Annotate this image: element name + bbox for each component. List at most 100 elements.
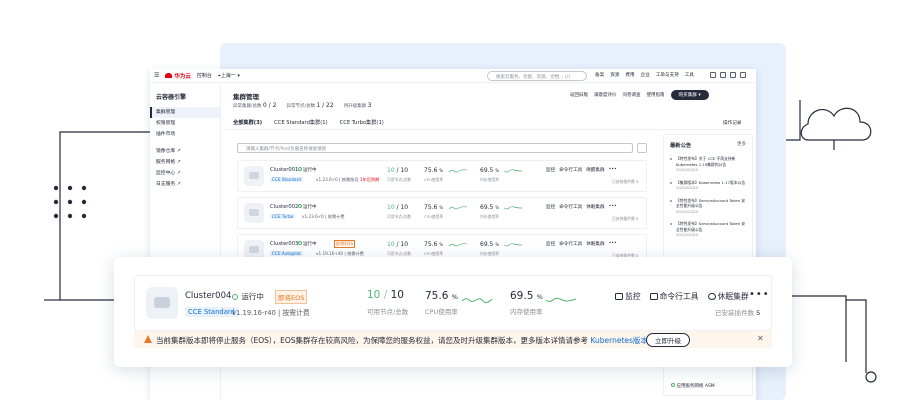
status-ok-icon: [298, 241, 302, 245]
eos-badge: 即将EOS: [334, 240, 355, 248]
cpu-label: CPU使用率: [424, 214, 444, 219]
cluster-power-button[interactable]: 唤醒集群: [586, 167, 604, 173]
eos-badge: 即将EOS: [275, 290, 308, 304]
cluster-power-button[interactable]: 休眠集群: [586, 241, 604, 247]
satisfaction-link[interactable]: 满意度评价: [594, 92, 617, 98]
kubectl-button[interactable]: 命令行工具: [559, 241, 582, 247]
sidebar-item-monitoring[interactable]: 监控中心 ↗: [150, 168, 220, 179]
sidebar-item-clusters[interactable]: 集群管理: [150, 107, 220, 118]
nodes-label: 可用节点/总数: [387, 177, 412, 182]
cluster-type-badge: CCE Autopilot: [270, 251, 303, 256]
survey-link[interactable]: 问卷调查: [623, 92, 641, 98]
more-actions-icon[interactable]: •••: [609, 204, 617, 210]
message-icon[interactable]: [720, 72, 726, 78]
refresh-button[interactable]: [637, 143, 647, 153]
close-icon[interactable]: ✕: [757, 334, 764, 343]
monitor-button[interactable]: 监控: [615, 291, 641, 302]
cpu-label: CPU使用率: [425, 308, 458, 316]
header-actions: 返回旧版 满意度评价 问卷调查 使用指南 购买集群 ▾: [570, 90, 709, 100]
cpu-sparkline: [448, 243, 468, 247]
page-title: 集群管理: [233, 93, 259, 101]
announcement-item[interactable]: 【特性发布】ServiceAccount Token 安全性能升级公告 2022/…: [670, 198, 746, 215]
announcement-item[interactable]: 【特性发布】ServiceAccount Token 安全性能升级公告 2022/…: [670, 221, 746, 238]
cluster-name[interactable]: Cluster002: [270, 204, 298, 210]
cluster-status: 运行中: [298, 204, 317, 210]
cluster-row-highlight[interactable]: Cluster004 运行中 即将EOS CCE Standard v1.19.…: [134, 275, 772, 331]
nav-beian[interactable]: 备案: [595, 72, 604, 78]
memory-sparkline: [503, 206, 523, 210]
warning-icon: [144, 335, 152, 343]
available-nodes: 10 / 10: [387, 167, 409, 174]
service-dot-icon: [671, 383, 675, 387]
cloudshell-icon[interactable]: [710, 72, 716, 78]
buy-cluster-button[interactable]: 购买集群 ▾: [670, 90, 709, 100]
user-icon[interactable]: [740, 72, 746, 78]
more-actions-icon[interactable]: •••: [609, 167, 617, 173]
cluster-name[interactable]: Cluster001: [270, 167, 298, 173]
memory-sparkline: [503, 243, 523, 247]
cluster-power-button[interactable]: 休眠集群: [586, 204, 604, 210]
announcement-item[interactable]: 【特性发布】关于 CCE 不再支持新Kubernetes 1.19集群的公告 20…: [670, 156, 746, 173]
cluster-row[interactable]: Cluster002 运行中 CCE Turbo v1.23.6-r0 | 按需计费 …: [237, 197, 647, 229]
sidebar-item-mesh[interactable]: 服务网格 ↗: [150, 157, 220, 168]
cluster-version: v1.19.16-r40 | 按需计费: [232, 309, 310, 317]
back-old-version-link[interactable]: 返回旧版: [570, 92, 588, 98]
status-ok-icon: [232, 293, 238, 300]
memory-label: 内存使用率: [510, 308, 543, 316]
available-nodes: 10 / 10: [367, 289, 404, 301]
nav-resources[interactable]: 资源: [610, 72, 619, 78]
hibernate-button[interactable]: 休眠集群: [707, 291, 749, 302]
help-icon[interactable]: [730, 72, 736, 78]
kubectl-button[interactable]: 命令行工具: [559, 204, 582, 210]
status-ok-icon: [298, 204, 302, 208]
upgrade-now-button[interactable]: 立即升级: [646, 333, 690, 347]
kubectl-button[interactable]: 命令行工具: [649, 291, 699, 302]
cpu-usage: 75.6 %: [424, 241, 444, 248]
brand-logo[interactable]: 华为云: [165, 72, 191, 80]
cluster-stats: 异常集群/总数 0 / 2 异常节点/总数 1 / 22 待升级集群 3: [233, 102, 371, 109]
top-icons: [710, 72, 746, 78]
cluster-icon: [244, 203, 264, 223]
memory-usage: 69.5 %: [480, 167, 500, 174]
memory-usage: 69.5 %: [510, 290, 543, 302]
cluster-actions: 监控 命令行工具 休眠集群 •••: [546, 204, 617, 210]
announcement-item[interactable]: 【集群版本】Kubernetes 1.17版本公告 2022/02/20: [670, 180, 746, 191]
nav-enterprise[interactable]: 企业: [641, 72, 650, 78]
monitor-button[interactable]: 监控: [546, 167, 555, 173]
cluster-filter-input[interactable]: 请输入集群/节点/Pod/负载名称搜索搜索: [237, 143, 633, 153]
nav-tools[interactable]: 工具: [685, 72, 694, 78]
sidebar-item-permissions[interactable]: 权限管理: [150, 118, 220, 129]
console-link[interactable]: 控制台: [197, 72, 212, 79]
cpu-sparkline: [461, 298, 493, 304]
sidebar-item-logs[interactable]: 日志服务 ↗: [150, 179, 220, 190]
sidebar-item-addons[interactable]: 插件市场: [150, 129, 220, 140]
more-actions-icon[interactable]: •••: [609, 241, 617, 247]
nodes-label: 可用节点/总数: [387, 214, 412, 219]
cluster-type-badge: CCE Standard: [185, 307, 238, 317]
monitor-button[interactable]: 监控: [546, 204, 555, 210]
nav-billing[interactable]: 费用: [625, 72, 634, 78]
kubectl-button[interactable]: 命令行工具: [559, 167, 582, 173]
more-actions-icon[interactable]: •••: [749, 289, 770, 300]
asm-service-link[interactable]: 应用服务网格 ASM: [671, 383, 715, 389]
nav-support[interactable]: 工单与支持: [656, 72, 679, 78]
operation-log-link[interactable]: 操作记录: [723, 120, 741, 126]
cluster-version: v1.23.6-r0 | 按需按月 1年后到期: [316, 177, 380, 182]
cluster-status: 运行中: [298, 241, 317, 247]
region-select[interactable]: ⌖上海一 ▾: [218, 72, 240, 79]
cluster-row[interactable]: Cluster001 运行中 CCE Standard v1.23.6-r0 | 按需…: [237, 160, 647, 192]
cpu-label: CPU使用率: [424, 177, 444, 182]
top-nav: 备案 资源 费用 企业 工单与支持 工具: [595, 72, 694, 78]
cluster-name[interactable]: Cluster003: [270, 241, 298, 247]
cluster-name[interactable]: Cluster004: [185, 291, 231, 301]
guide-link[interactable]: 使用指南: [647, 92, 665, 98]
global-search-input[interactable]: 搜索云服务、功能、资源、文档… (/): [487, 71, 587, 81]
huawei-logo-icon: [165, 73, 173, 78]
monitor-button[interactable]: 监控: [546, 241, 555, 247]
sidebar-item-registry[interactable]: 镜像仓库 ↗: [150, 146, 220, 157]
announcements-more-link[interactable]: 更多: [737, 141, 746, 149]
cluster-type-badge: CCE Standard: [270, 177, 303, 182]
monitor-icon: [615, 293, 623, 300]
menu-icon[interactable]: ☰: [154, 72, 159, 79]
stat-abnormal-clusters: 异常集群/总数 0 / 2: [233, 102, 277, 109]
